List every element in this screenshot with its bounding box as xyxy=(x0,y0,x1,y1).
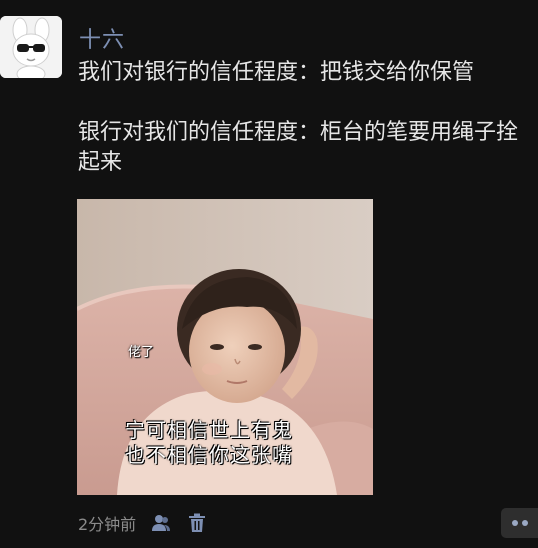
username[interactable]: 十六 xyxy=(79,22,125,54)
post-time: 2分钟前 xyxy=(78,515,137,534)
post-text-line: 我们对银行的信任程度：把钱交给你保管 xyxy=(78,60,475,85)
image-caption-line: 宁可相信世上有鬼 xyxy=(125,418,293,442)
post-text: 我们对银行的信任程度：把钱交给你保管 银行对我们的信任程度：柜台的笔要用绳子拴起… xyxy=(78,58,536,178)
image-caption-line: 也不相信你这张嘴 xyxy=(125,443,293,467)
moments-post: 十六 我们对银行的信任程度：把钱交给你保管 银行对我们的信任程度：柜台的笔要用绳… xyxy=(0,0,538,548)
post-meta: 2分钟前 xyxy=(78,510,208,536)
people-icon[interactable] xyxy=(150,512,172,534)
image-caption: 宁可相信世上有鬼 也不相信你这张嘴 xyxy=(125,418,293,468)
avatar[interactable] xyxy=(0,16,62,78)
more-dots-icon[interactable] xyxy=(501,508,538,538)
trash-icon[interactable] xyxy=(186,512,208,534)
image-caption-small: 佬了 xyxy=(128,345,155,360)
post-text-line: 银行对我们的信任程度：柜台的笔要用绳子拴起来 xyxy=(78,120,519,175)
post-image[interactable]: 佬了 宁可相信世上有鬼 也不相信你这张嘴 xyxy=(77,199,373,495)
rabbit-avatar-icon xyxy=(0,16,62,78)
